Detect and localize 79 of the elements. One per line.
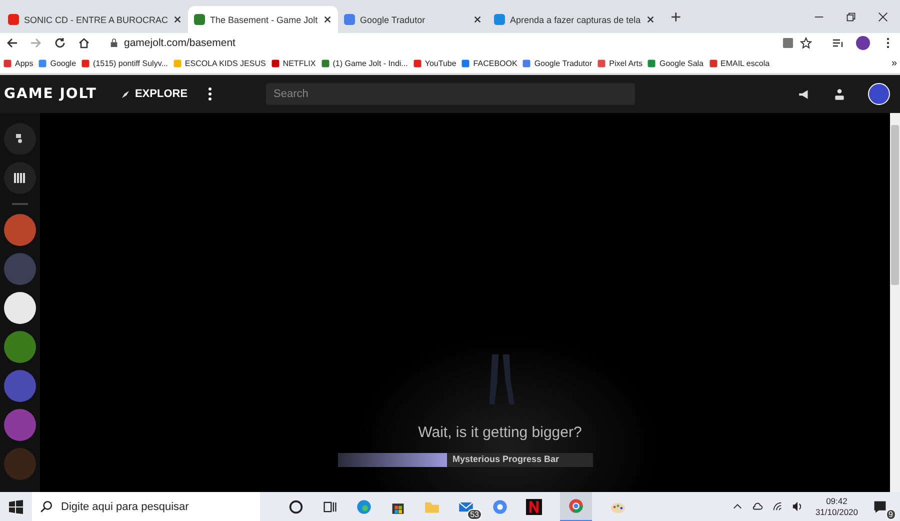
- site-icon: [8, 14, 19, 25]
- mail-badge: 53: [467, 508, 482, 520]
- browser-tab[interactable]: Google Tradutor: [338, 6, 488, 33]
- bookmark-icon: [412, 58, 422, 68]
- tab-title: The Basement - Game Jolt: [210, 14, 318, 24]
- wifi-icon[interactable]: [772, 501, 784, 512]
- bookmark-icon: [597, 58, 606, 68]
- bookmark[interactable]: Google: [38, 58, 76, 68]
- lock-icon: [110, 38, 118, 48]
- compass-icon: [120, 90, 130, 98]
- new-tab-button[interactable]: +: [670, 7, 682, 28]
- bookmark[interactable]: FACEBOOK: [461, 58, 518, 68]
- bookmark[interactable]: (1) Game Jolt - Indi...: [320, 58, 408, 68]
- people-icon[interactable]: [833, 88, 846, 100]
- bookmark-icon: [172, 58, 182, 68]
- library-button[interactable]: [4, 162, 36, 194]
- browser-tab[interactable]: Aprenda a fazer capturas de tela: [488, 6, 661, 33]
- speaker-icon[interactable]: [792, 501, 804, 512]
- edge-icon[interactable]: [356, 498, 372, 514]
- star-icon[interactable]: [800, 37, 812, 49]
- site-logo[interactable]: GAME JOLT: [4, 86, 97, 102]
- user-avatar[interactable]: [868, 83, 890, 105]
- bookmark-icon: [320, 58, 330, 68]
- bookmark-icon: [38, 58, 48, 68]
- bookmark[interactable]: ESCOLA KIDS JESUS: [172, 58, 266, 68]
- search-field[interactable]: Search: [266, 83, 635, 105]
- bookmark-icon: [81, 58, 90, 68]
- activity-button[interactable]: [4, 123, 36, 155]
- explore-button[interactable]: EXPLORE: [120, 88, 188, 100]
- cortana-icon[interactable]: [288, 498, 304, 514]
- more-icon[interactable]: [208, 87, 212, 101]
- search-icon: [40, 500, 53, 513]
- bookmark[interactable]: NETFLIX: [270, 58, 316, 68]
- bookmark-icon: [461, 58, 470, 68]
- bookmark[interactable]: Pixel Arts: [597, 58, 642, 68]
- close-icon[interactable]: [646, 15, 655, 24]
- bookmark[interactable]: EMAIL escola: [708, 58, 770, 68]
- tab-title: Google Tradutor: [360, 14, 426, 24]
- browser-tab[interactable]: SONIC CD - ENTRE A BUROCRAC: [2, 6, 188, 33]
- tab-title: Aprenda a fazer capturas de tela: [510, 14, 641, 24]
- cloud-icon[interactable]: [752, 501, 764, 512]
- library-icon: [13, 171, 27, 185]
- netflix-icon[interactable]: [526, 498, 542, 514]
- clock[interactable]: 09:42 31/10/2020: [815, 496, 858, 518]
- community-avatar[interactable]: [4, 292, 36, 324]
- browser-tab[interactable]: The Basement - Game Jolt: [188, 6, 338, 33]
- site-icon: [344, 14, 356, 25]
- notification-badge: 9: [886, 508, 896, 520]
- bookmark-icon: [522, 58, 532, 68]
- taskbar-search-field[interactable]: Digite aqui para pesquisar: [32, 492, 260, 521]
- close-icon[interactable]: [473, 15, 482, 24]
- close-icon[interactable]: [323, 15, 332, 24]
- close-icon[interactable]: [878, 12, 888, 22]
- bookmark[interactable]: Apps: [3, 58, 34, 68]
- bookmark-icon: [647, 58, 656, 68]
- home-icon[interactable]: [78, 37, 90, 49]
- message-text: Wait, is it getting bigger?: [418, 424, 582, 441]
- bookmark-icon: [708, 58, 718, 68]
- site-icon: [494, 14, 506, 25]
- notifications-icon[interactable]: [872, 498, 888, 514]
- bookmark[interactable]: YouTube: [412, 58, 456, 68]
- playlist-icon[interactable]: [832, 37, 844, 49]
- scrollbar-thumb[interactable]: [891, 125, 899, 285]
- tab-title: SONIC CD - ENTRE A BUROCRAC: [24, 14, 168, 24]
- back-icon[interactable]: [6, 37, 18, 49]
- site-icon: [194, 14, 206, 25]
- bookmark[interactable]: (1515) pontiff Sulyv...: [81, 58, 168, 68]
- bookmark[interactable]: Google Sala: [647, 58, 704, 68]
- bookmark-icon: [270, 58, 280, 68]
- close-icon[interactable]: [173, 15, 182, 24]
- restore-icon[interactable]: [846, 12, 856, 22]
- profile-avatar[interactable]: [856, 36, 870, 50]
- progress-label: Mysterious Progress Bar: [452, 454, 560, 464]
- reload-icon[interactable]: [54, 37, 66, 49]
- bookmark-icon: [3, 58, 12, 68]
- megaphone-icon[interactable]: [798, 88, 811, 100]
- bookmark[interactable]: Google Tradutor: [522, 58, 592, 68]
- windows-start-icon[interactable]: [9, 500, 23, 514]
- more-bookmarks-button[interactable]: »: [891, 58, 897, 68]
